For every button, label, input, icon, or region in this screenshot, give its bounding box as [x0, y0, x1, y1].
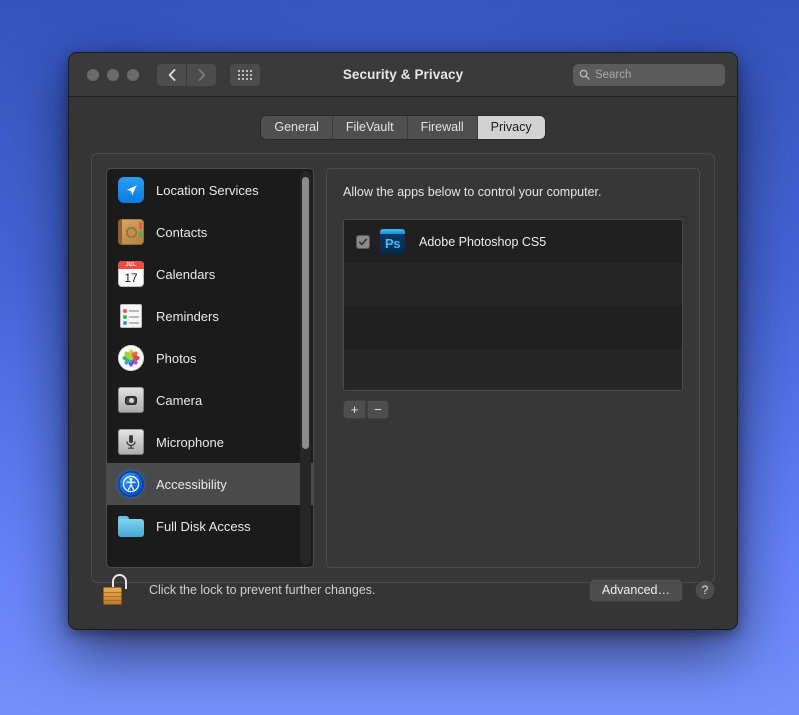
add-remove-button-group: + −	[343, 400, 683, 419]
sidebar-item-camera[interactable]: Camera	[107, 379, 313, 421]
sidebar-item-label: Full Disk Access	[156, 518, 251, 534]
search-field[interactable]	[573, 63, 725, 86]
show-all-button[interactable]	[230, 63, 260, 86]
privacy-group-box: Location Services Contacts JUL 17 Calend…	[91, 153, 715, 583]
allowed-apps-list[interactable]: Ps Adobe Photoshop CS5	[343, 219, 683, 391]
contacts-icon	[118, 219, 144, 245]
minimize-button[interactable]	[107, 68, 119, 81]
sidebar-scrollbar-thumb[interactable]	[302, 177, 309, 449]
window-footer: Click the lock to prevent further change…	[91, 567, 715, 613]
sidebar-item-accessibility[interactable]: Accessibility	[107, 463, 313, 505]
chevron-left-icon	[168, 68, 175, 81]
panel-description: Allow the apps below to control your com…	[343, 185, 602, 199]
sidebar-item-label: Reminders	[156, 308, 219, 324]
reminders-icon	[118, 303, 144, 329]
photoshop-badge-label: Ps	[384, 236, 401, 251]
advanced-button[interactable]: Advanced…	[588, 578, 683, 602]
table-row-empty[interactable]	[344, 349, 682, 390]
privacy-category-list-inner: Location Services Contacts JUL 17 Calend…	[107, 169, 313, 567]
photoshop-icon: Ps	[380, 229, 405, 254]
grid-icon	[238, 69, 252, 80]
sidebar-item-label: Location Services	[156, 182, 259, 198]
remove-app-button[interactable]: −	[366, 400, 389, 419]
back-button[interactable]	[157, 63, 186, 86]
sidebar-item-label: Accessibility	[156, 476, 227, 492]
window-titlebar: Security & Privacy	[69, 53, 737, 97]
table-row[interactable]: Ps Adobe Photoshop CS5	[344, 220, 682, 263]
sidebar-item-label: Photos	[156, 350, 197, 366]
window-content: General FileVault Firewall Privacy Locat…	[69, 97, 737, 629]
search-input[interactable]	[595, 68, 719, 81]
add-app-button[interactable]: +	[343, 400, 366, 419]
calendars-icon: JUL 17	[118, 261, 144, 287]
calendar-day: 17	[124, 271, 138, 285]
sidebar-item-reminders[interactable]: Reminders	[107, 295, 313, 337]
navigation-buttons	[157, 63, 216, 86]
sidebar-item-label: Camera	[156, 392, 203, 408]
lock-message: Click the lock to prevent further change…	[149, 583, 376, 597]
privacy-category-list[interactable]: Location Services Contacts JUL 17 Calend…	[106, 168, 314, 568]
tab-privacy[interactable]: Privacy	[477, 116, 545, 139]
security-privacy-window: Security & Privacy General FileVault Fir…	[68, 52, 738, 630]
zoom-button[interactable]	[127, 68, 139, 81]
sidebar-scrollbar[interactable]	[300, 171, 311, 565]
sidebar-item-label: Microphone	[156, 434, 224, 450]
location-services-icon	[118, 177, 144, 203]
accessibility-detail-panel: Allow the apps below to control your com…	[326, 168, 700, 568]
sidebar-item-location-services[interactable]: Location Services	[107, 169, 313, 211]
photos-icon	[118, 345, 144, 371]
checkmark-icon	[358, 238, 368, 245]
app-name: Adobe Photoshop CS5	[419, 234, 547, 249]
sidebar-item-microphone[interactable]: Microphone	[107, 421, 313, 463]
tab-group: General FileVault Firewall Privacy	[261, 116, 545, 139]
full-disk-access-icon	[118, 513, 144, 539]
sidebar-item-label: Contacts	[156, 224, 208, 240]
tab-general[interactable]: General	[261, 116, 333, 139]
forward-button[interactable]	[187, 63, 216, 86]
sidebar-item-label: Calendars	[156, 266, 216, 282]
help-button[interactable]: ?	[695, 580, 715, 600]
sidebar-item-full-disk-access[interactable]: Full Disk Access	[107, 505, 313, 547]
sidebar-item-contacts[interactable]: Contacts	[107, 211, 313, 253]
tab-bar: General FileVault Firewall Privacy	[91, 97, 715, 139]
sidebar-item-photos[interactable]: Photos	[107, 337, 313, 379]
microphone-icon	[118, 429, 144, 455]
table-row-empty[interactable]	[344, 263, 682, 306]
unlocked-padlock-icon[interactable]	[103, 574, 129, 606]
close-button[interactable]	[87, 68, 99, 81]
tab-filevault[interactable]: FileVault	[332, 116, 408, 139]
table-row-empty[interactable]	[344, 306, 682, 349]
calendar-month: JUL	[118, 261, 144, 269]
chevron-right-icon	[198, 68, 205, 81]
camera-icon	[118, 387, 144, 413]
accessibility-icon	[118, 471, 144, 497]
tab-firewall[interactable]: Firewall	[407, 116, 478, 139]
app-checkbox[interactable]	[356, 234, 370, 249]
search-icon	[579, 69, 590, 80]
sidebar-item-calendars[interactable]: JUL 17 Calendars	[107, 253, 313, 295]
traffic-light-group	[87, 68, 139, 81]
